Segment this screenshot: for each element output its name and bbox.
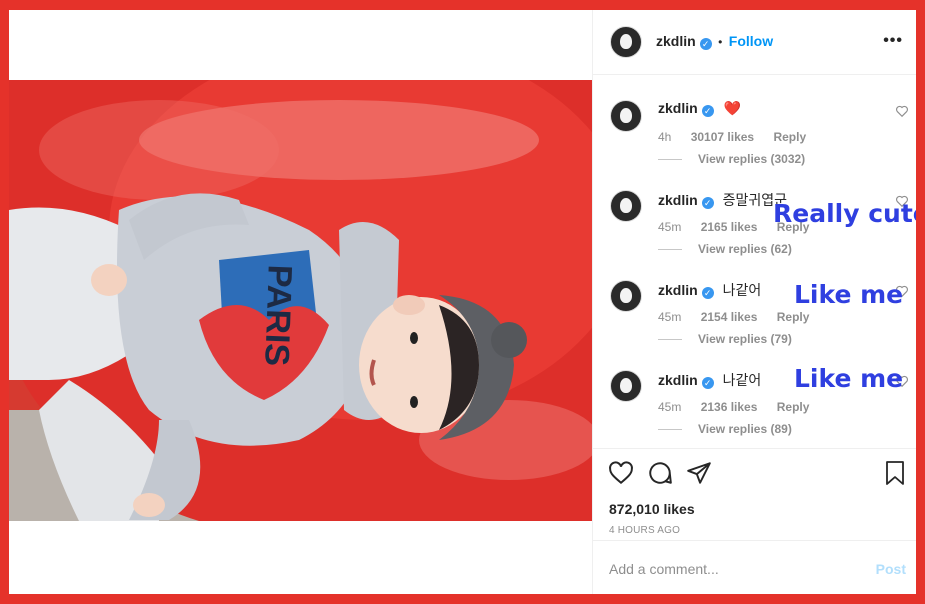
- view-replies-button[interactable]: View replies (89): [658, 422, 792, 436]
- more-options-icon[interactable]: •••: [883, 32, 903, 50]
- reply-button[interactable]: Reply: [773, 130, 806, 144]
- comment-username[interactable]: zkdlin: [658, 282, 698, 298]
- comment-meta: 4h 30107 likes Reply: [658, 130, 822, 144]
- comment-input[interactable]: Add a comment...: [609, 561, 719, 577]
- annotation-really-cute: Really cute: [773, 199, 916, 228]
- comment-likes[interactable]: 2154 likes: [701, 310, 758, 324]
- comment-likes[interactable]: 2136 likes: [701, 400, 758, 414]
- photo-illustration: PARIS: [9, 80, 592, 521]
- post-actions: 872,010 likes 4 HOURS AGO: [593, 448, 916, 545]
- commenter-avatar[interactable]: [610, 280, 642, 312]
- replies-divider: [658, 159, 682, 161]
- verified-badge-icon: ✓: [701, 197, 714, 209]
- likes-count[interactable]: 872,010 likes: [609, 501, 695, 517]
- shirt-print-text: PARIS: [257, 264, 299, 367]
- annotation-like-me: Like me: [794, 364, 904, 393]
- comment-username[interactable]: zkdlin: [658, 192, 698, 208]
- commenter-avatar[interactable]: [610, 190, 642, 222]
- reply-button[interactable]: Reply: [777, 310, 810, 324]
- view-replies-button[interactable]: View replies (62): [658, 242, 792, 256]
- post-timestamp: 4 HOURS AGO: [609, 525, 681, 536]
- comment-age: 45m: [658, 400, 682, 414]
- comment-line: zkdlin ✓ 증말귀엽군: [658, 190, 787, 210]
- reply-button[interactable]: Reply: [777, 400, 810, 414]
- comment-likes[interactable]: 2165 likes: [701, 220, 758, 234]
- annotation-like-me: Like me: [794, 280, 904, 309]
- comment-line: zkdlin ✓ 나같어: [658, 280, 761, 300]
- view-replies-label: View replies (3032): [698, 152, 806, 166]
- view-replies-label: View replies (62): [698, 242, 792, 256]
- photo-pane: PARIS: [9, 10, 592, 594]
- author-line: zkdlin ✓ • Follow: [656, 33, 773, 51]
- author-username[interactable]: zkdlin: [656, 33, 696, 49]
- comment-text: 나같어: [722, 372, 762, 388]
- view-replies-label: View replies (89): [698, 422, 792, 436]
- post-photo[interactable]: PARIS: [9, 80, 592, 521]
- comment-username[interactable]: zkdlin: [658, 100, 698, 116]
- comment-line: zkdlin ✓ ❤️: [658, 100, 741, 117]
- comment-item: zkdlin ✓ ❤️ 4h 30107 likes Reply View rep…: [593, 92, 916, 182]
- details-panel: zkdlin ✓ • Follow ••• zkdlin ✓ ❤️ 4h 30107…: [592, 10, 916, 594]
- comment-line: zkdlin ✓ 나같어: [658, 370, 761, 390]
- post-comment-button[interactable]: Post: [876, 561, 906, 577]
- commenter-avatar[interactable]: [610, 100, 642, 132]
- comment-text: 나같어: [722, 282, 762, 298]
- verified-badge-icon: ✓: [701, 377, 714, 389]
- author-avatar[interactable]: [610, 26, 642, 58]
- view-replies-label: View replies (79): [698, 332, 792, 346]
- verified-badge-icon: ✓: [701, 105, 714, 117]
- post-card: PARIS zkdlin ✓ • Follow ••• zkdlin ✓ ❤️ …: [9, 10, 916, 594]
- comment-age: 4h: [658, 130, 672, 144]
- comment-heart-icon[interactable]: [895, 104, 909, 118]
- heart-icon[interactable]: [608, 460, 634, 486]
- comment-meta: 45m 2136 likes Reply: [658, 400, 825, 414]
- header-separator: •: [718, 35, 723, 49]
- comment-likes[interactable]: 30107 likes: [691, 130, 754, 144]
- comment-age: 45m: [658, 220, 682, 234]
- verified-badge-icon: ✓: [701, 287, 714, 299]
- commenter-avatar[interactable]: [610, 370, 642, 402]
- replies-divider: [658, 249, 682, 251]
- comment-text: ❤️: [723, 100, 741, 116]
- view-replies-button[interactable]: View replies (3032): [658, 152, 805, 166]
- comment-meta: 45m 2154 likes Reply: [658, 310, 825, 324]
- verified-badge-icon: ✓: [699, 38, 712, 50]
- follow-button[interactable]: Follow: [729, 33, 773, 49]
- post-header: zkdlin ✓ • Follow •••: [593, 10, 916, 75]
- bookmark-icon[interactable]: [883, 460, 907, 486]
- view-replies-button[interactable]: View replies (79): [658, 332, 792, 346]
- add-comment-bar: Add a comment... Post: [593, 540, 916, 594]
- comment-age: 45m: [658, 310, 682, 324]
- share-icon[interactable]: [686, 460, 712, 486]
- replies-divider: [658, 339, 682, 341]
- comment-username[interactable]: zkdlin: [658, 372, 698, 388]
- replies-divider: [658, 429, 682, 431]
- comment-icon[interactable]: [647, 460, 673, 486]
